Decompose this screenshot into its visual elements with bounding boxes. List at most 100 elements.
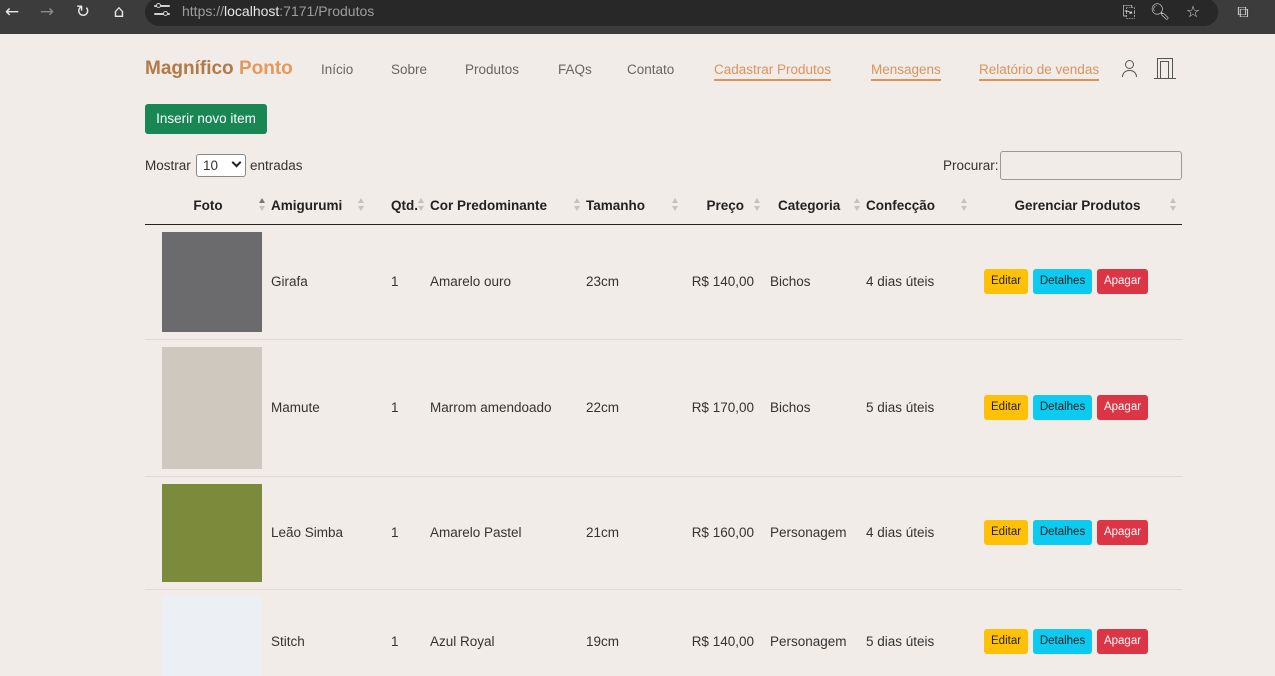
- products-table: Foto Amigurumi Qtd. Cor Predominante Tam…: [145, 188, 1182, 676]
- nav-cadastrar-produtos[interactable]: Cadastrar Produtos: [714, 62, 832, 81]
- col-cor[interactable]: Cor Predominante: [430, 188, 586, 225]
- size-cell: 19cm: [586, 589, 684, 676]
- forward-arrow-icon[interactable]: →: [36, 2, 58, 22]
- product-photo: [162, 596, 262, 676]
- sort-icon: [672, 198, 678, 212]
- product-photo: [162, 483, 262, 582]
- logout-door-icon[interactable]: [1154, 58, 1176, 79]
- details-button[interactable]: Detalhes: [1032, 269, 1093, 294]
- col-foto[interactable]: Foto: [145, 188, 271, 225]
- zoom-icon[interactable]: 🔍︎: [1149, 2, 1171, 22]
- qty-cell: 1: [370, 224, 430, 340]
- actions-cell: Editar Detalhes Apagar: [973, 589, 1182, 676]
- price-cell: R$ 140,00: [684, 224, 766, 340]
- nav-mensagens[interactable]: Mensagens: [871, 62, 941, 81]
- nav-produtos[interactable]: Produtos: [465, 62, 519, 77]
- nav-relatorio-vendas[interactable]: Relatório de vendas: [979, 62, 1100, 81]
- table-row: Stitch 1 Azul Royal 19cm R$ 140,00 Personagem…: [145, 589, 1182, 676]
- nav-faqs[interactable]: FAQs: [558, 62, 592, 77]
- size-cell: 23cm: [586, 224, 684, 340]
- delete-button[interactable]: Apagar: [1096, 520, 1149, 545]
- home-icon[interactable]: ⌂: [108, 2, 130, 22]
- edit-button[interactable]: Editar: [984, 629, 1029, 654]
- col-gerenciar[interactable]: Gerenciar Produtos: [973, 188, 1182, 225]
- table-header-row: Foto Amigurumi Qtd. Cor Predominante Tam…: [145, 188, 1182, 225]
- category-cell: Bichos: [766, 339, 866, 477]
- insert-item-button[interactable]: Inserir novo item: [145, 104, 267, 134]
- price-cell: R$ 140,00: [684, 589, 766, 676]
- qty-cell: 1: [370, 339, 430, 477]
- col-confeccao[interactable]: Confecção: [866, 188, 973, 225]
- price-cell: R$ 160,00: [684, 476, 766, 590]
- details-button[interactable]: Detalhes: [1032, 629, 1093, 654]
- sort-icon: [418, 198, 424, 212]
- table-row: Leão Simba 1 Amarelo Pastel 21cm R$ 160,00 Pe…: [145, 476, 1182, 590]
- chevron-down-icon: [231, 157, 242, 168]
- color-cell: Amarelo Pastel: [430, 476, 586, 590]
- actions-cell: Editar Detalhes Apagar: [973, 476, 1182, 590]
- name-cell: Stitch: [271, 589, 370, 676]
- sort-icon: [1170, 198, 1176, 212]
- delete-button[interactable]: Apagar: [1096, 269, 1149, 294]
- back-arrow-icon[interactable]: ←: [1, 2, 23, 22]
- time-cell: 4 dias úteis: [866, 224, 973, 340]
- details-button[interactable]: Detalhes: [1032, 520, 1093, 545]
- edit-button[interactable]: Editar: [984, 520, 1029, 545]
- col-qtd[interactable]: Qtd.: [370, 188, 430, 225]
- search-input[interactable]: [1000, 151, 1182, 180]
- extensions-icon[interactable]: ⧉: [1232, 2, 1254, 22]
- qty-cell: 1: [370, 589, 430, 676]
- site-settings-icon[interactable]: [154, 2, 170, 18]
- size-cell: 22cm: [586, 339, 684, 477]
- color-cell: Azul Royal: [430, 589, 586, 676]
- category-cell: Bichos: [766, 224, 866, 340]
- color-cell: Amarelo ouro: [430, 224, 586, 340]
- edit-button[interactable]: Editar: [984, 395, 1029, 420]
- site-brand[interactable]: Magnífico Ponto: [145, 58, 293, 80]
- page-length-select[interactable]: 10: [196, 154, 246, 177]
- col-preco[interactable]: Preço: [684, 188, 766, 225]
- time-cell: 4 dias úteis: [866, 476, 973, 590]
- category-cell: Personagem: [766, 589, 866, 676]
- product-photo: [162, 346, 262, 469]
- sort-icon: [358, 198, 364, 212]
- name-cell: Leão Simba: [271, 476, 370, 590]
- qty-cell: 1: [370, 476, 430, 590]
- time-cell: 5 dias úteis: [866, 339, 973, 477]
- sort-icon: [961, 198, 967, 212]
- sort-icon: [574, 198, 580, 212]
- name-cell: Girafa: [271, 224, 370, 340]
- photo-cell: [145, 339, 271, 477]
- translate-icon[interactable]: ⎘: [1118, 2, 1140, 22]
- bookmark-star-icon[interactable]: ☆: [1182, 2, 1204, 22]
- nav-contato[interactable]: Contato: [627, 62, 674, 77]
- search-label: Procurar:: [943, 158, 999, 173]
- name-cell: Mamute: [271, 339, 370, 477]
- browser-toolbar: ← → ↻ ⌂ https://localhost:7171/Produtos …: [0, 0, 1275, 34]
- delete-button[interactable]: Apagar: [1096, 629, 1149, 654]
- col-tamanho[interactable]: Tamanho: [586, 188, 684, 225]
- entries-label: entradas: [250, 158, 303, 173]
- table-row: Girafa 1 Amarelo ouro 23cm R$ 140,00 Bichos 4 …: [145, 224, 1182, 340]
- user-icon[interactable]: [1121, 59, 1139, 79]
- reload-icon[interactable]: ↻: [72, 2, 94, 22]
- photo-cell: [145, 589, 271, 676]
- nav-sobre[interactable]: Sobre: [391, 62, 427, 77]
- sort-icon: [754, 198, 760, 212]
- photo-cell: [145, 476, 271, 590]
- delete-button[interactable]: Apagar: [1096, 395, 1149, 420]
- url-text: https://localhost:7171/Produtos: [182, 3, 375, 19]
- photo-cell: [145, 224, 271, 340]
- show-label: Mostrar: [145, 158, 191, 173]
- col-categoria[interactable]: Categoria: [766, 188, 866, 225]
- sort-icon: [259, 198, 265, 212]
- details-button[interactable]: Detalhes: [1032, 395, 1093, 420]
- nav-inicio[interactable]: Início: [321, 62, 353, 77]
- edit-button[interactable]: Editar: [984, 269, 1029, 294]
- address-bar[interactable]: https://localhost:7171/Produtos: [145, 0, 1218, 26]
- table-row: Mamute 1 Marrom amendoado 22cm R$ 170,00 Bich…: [145, 339, 1182, 477]
- col-amigurumi[interactable]: Amigurumi: [271, 188, 370, 225]
- product-photo: [162, 231, 262, 332]
- sort-icon: [854, 198, 860, 212]
- actions-cell: Editar Detalhes Apagar: [973, 339, 1182, 477]
